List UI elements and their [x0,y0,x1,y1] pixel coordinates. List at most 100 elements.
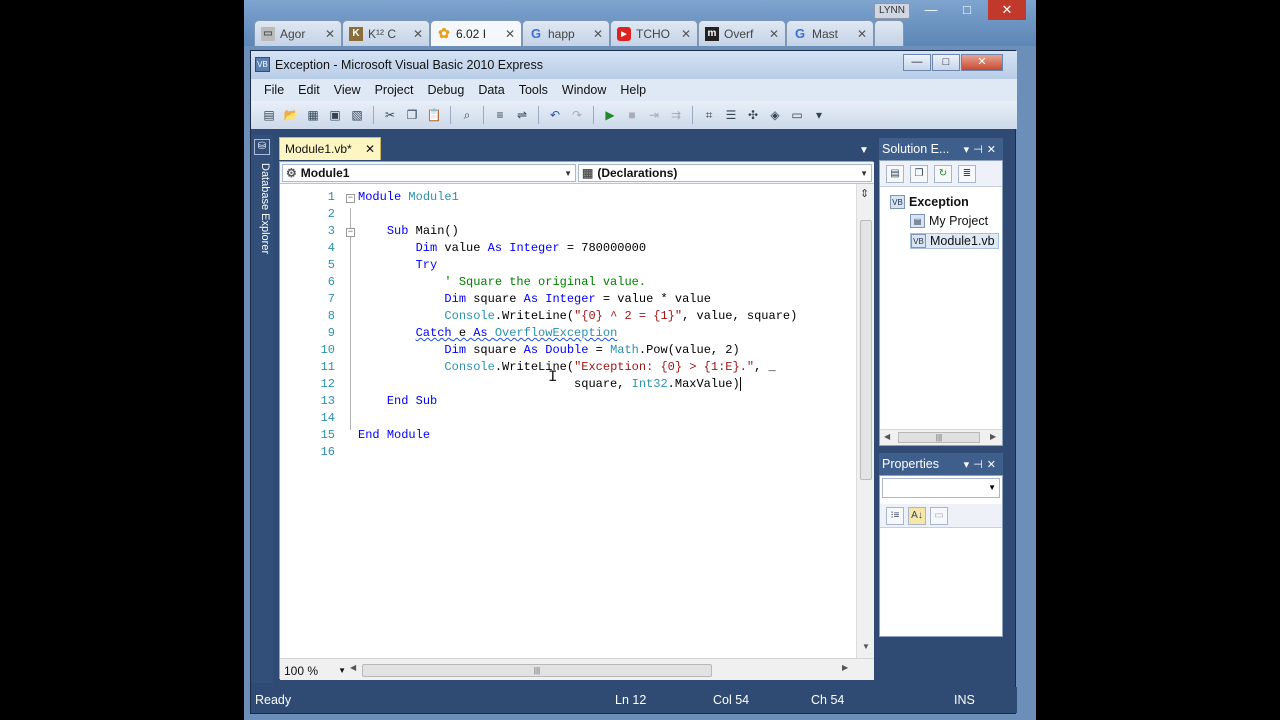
user-badge[interactable]: LYNN [874,3,910,19]
collapse-icon[interactable]: − [346,228,355,237]
panel-controls-icon[interactable]: ▾⊣✕ [964,458,1000,471]
database-explorer-tab[interactable]: Database Explorer [253,163,271,254]
scroll-thumb[interactable]: ||| [898,432,980,443]
close-icon[interactable]: ✕ [325,27,335,41]
solution-explorer-icon[interactable]: ⌗ [699,105,719,125]
close-icon[interactable]: ✕ [681,27,691,41]
chevron-left-icon[interactable]: ◀ [350,663,356,672]
toolbar-options-icon[interactable]: ▾ [809,105,829,125]
menu-view[interactable]: View [327,79,368,101]
menu-edit[interactable]: Edit [291,79,327,101]
close-icon[interactable]: ✕ [593,27,603,41]
chevron-down-icon[interactable]: ▼ [862,642,870,651]
toolbox-icon[interactable]: ✣ [743,105,763,125]
close-icon[interactable]: ✕ [505,27,515,41]
minimize-button[interactable]: — [903,54,931,71]
menu-file[interactable]: File [257,79,291,101]
panel-controls-icon[interactable]: ▾⊣✕ [964,143,1000,156]
line-number: 2 [327,207,335,221]
code-line: Console.WriteLine("Exception: {0} > {1:E… [444,360,776,374]
type-selector[interactable]: ⚙ Module1 ▼ [282,164,576,182]
step-over-icon[interactable]: ⇉ [666,105,686,125]
comment-icon[interactable]: ≡ [490,105,510,125]
new-project-icon[interactable]: ▤ [259,105,279,125]
step-icon[interactable]: ⇥ [644,105,664,125]
close-icon[interactable]: ✕ [769,27,779,41]
menu-help[interactable]: Help [613,79,653,101]
browser-maximize-button[interactable]: □ [952,0,982,20]
object-browser-icon[interactable]: ◈ [765,105,785,125]
chevron-left-icon[interactable]: ◀ [884,432,890,441]
view-code-icon[interactable]: ≣ [958,164,976,183]
categorized-icon[interactable]: ⁝≡ [886,506,904,525]
alphabetical-icon[interactable]: A↓ [908,506,926,525]
solution-explorer-title[interactable]: Solution E... ▾⊣✕ [879,138,1003,160]
save-all-icon[interactable]: ▧ [347,105,367,125]
save-icon[interactable]: ▣ [325,105,345,125]
split-icon[interactable]: ⇕ [860,187,869,200]
browser-minimize-button[interactable]: — [916,0,946,20]
undo-icon[interactable]: ↶ [545,105,565,125]
object-selector[interactable]: ▼ [882,478,1000,498]
refresh-icon[interactable]: ↻ [934,164,952,183]
vb-project-icon: VB [890,195,905,209]
cut-icon[interactable]: ✂ [380,105,400,125]
scroll-thumb[interactable] [860,220,872,480]
chevron-right-icon[interactable]: ▶ [990,432,996,441]
menu-tools[interactable]: Tools [512,79,555,101]
browser-tab-3[interactable]: ✿ 6.02 I ✕ [430,20,522,46]
toolbar-separator [593,106,594,124]
zoom-value: 100 % [284,663,319,678]
menu-data[interactable]: Data [471,79,511,101]
close-icon[interactable]: ✕ [365,142,375,156]
code-area[interactable]: − − 1 Module Module1 2 3 Sub Main() 4 Di… [280,188,856,658]
copy-icon[interactable]: ❐ [402,105,422,125]
document-tab[interactable]: Module1.vb* ✕ [279,137,381,160]
add-item-icon[interactable]: ▦ [303,105,323,125]
menu-debug[interactable]: Debug [420,79,471,101]
menu-project[interactable]: Project [368,79,421,101]
code-editor[interactable]: ⚙ Module1 ▼ ▦ (Declarations) ▼ − − 1 Mod… [279,161,874,680]
tree-item-module1[interactable]: VB Module1.vb [910,233,999,249]
member-selector[interactable]: ▦ (Declarations) ▼ [578,164,872,182]
redo-icon[interactable]: ↷ [567,105,587,125]
properties-title[interactable]: Properties ▾⊣✕ [879,453,1003,475]
code-line: Dim square As Integer = value * value [444,292,711,306]
status-insert-mode: INS [954,693,975,707]
collapse-icon[interactable]: − [346,194,355,203]
browser-tab-1[interactable]: ▭ Agor ✕ [254,20,342,46]
properties-icon[interactable]: ☰ [721,105,741,125]
menu-window[interactable]: Window [555,79,613,101]
find-icon[interactable]: ⌕ [457,105,477,125]
chevron-right-icon[interactable]: ▶ [842,663,848,672]
zoom-selector[interactable]: 100 % ▼ [284,663,346,678]
browser-tab-7[interactable]: G Mast ✕ [786,20,874,46]
browser-close-button[interactable]: ✕ [988,0,1026,20]
open-folder-icon[interactable]: 📂 [281,105,301,125]
browser-tab-6[interactable]: m Overf ✕ [698,20,786,46]
property-pages-icon[interactable]: ▭ [930,506,948,525]
close-icon[interactable]: ✕ [857,27,867,41]
start-page-icon[interactable]: ▭ [787,105,807,125]
properties-icon[interactable]: ▤ [886,164,904,183]
stop-icon[interactable]: ■ [622,105,642,125]
vb-icon: VB [255,57,270,72]
vertical-scrollbar[interactable]: ⇕ ▼ [856,184,874,658]
close-button[interactable]: ✕ [961,54,1003,71]
maximize-button[interactable]: □ [932,54,960,71]
start-debugging-icon[interactable]: ▶ [600,105,620,125]
show-all-files-icon[interactable]: ❐ [910,164,928,183]
vs-title-bar[interactable]: VB Exception - Microsoft Visual Basic 20… [251,51,1017,79]
browser-tab-4[interactable]: G happ ✕ [522,20,610,46]
paste-icon[interactable]: 📋 [424,105,444,125]
browser-tab-2[interactable]: K K¹² C ✕ [342,20,430,46]
tree-item-my-project[interactable]: ▤ My Project [910,214,988,228]
uncomment-icon[interactable]: ⇌ [512,105,532,125]
chevron-down-icon[interactable]: ▼ [859,145,869,156]
browser-tab-5[interactable]: ▶ TCHO ✕ [610,20,698,46]
new-tab-button[interactable] [874,20,904,46]
horizontal-scroll-thumb[interactable]: ||| [362,664,712,677]
close-icon[interactable]: ✕ [413,27,423,41]
horizontal-scrollbar[interactable]: ◀ ||| ▶ [880,429,1002,445]
tree-item-solution[interactable]: VB Exception [890,195,969,209]
